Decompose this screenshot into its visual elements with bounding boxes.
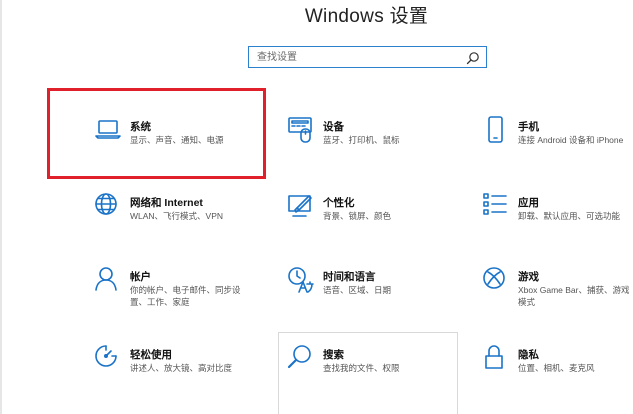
time-language-icon <box>287 266 315 294</box>
tile-privacy-label: 隐私 <box>518 349 539 361</box>
tile-devices-desc: 蓝牙、打印机、鼠标 <box>323 135 400 145</box>
tile-ease-of-access-desc: 讲述人、放大镜、高对比度 <box>130 363 233 373</box>
lock-icon <box>482 344 510 372</box>
apps-list-icon <box>482 192 510 220</box>
tile-apps-label: 应用 <box>518 197 539 209</box>
tile-apps-desc: 卸载、默认应用、可选功能 <box>518 211 621 221</box>
paint-icon <box>287 192 315 220</box>
tile-personalization-label: 个性化 <box>323 197 355 209</box>
tile-accounts-desc: 你的帐户、电子邮件、同步设置、工作、家庭 <box>130 285 241 307</box>
tile-ease-of-access-label: 轻松使用 <box>130 349 172 361</box>
tile-time-language-desc: 语音、区域、日期 <box>323 285 392 295</box>
person-icon <box>94 266 122 294</box>
tile-search-desc: 查找我的文件、权限 <box>323 363 400 373</box>
tile-personalization-desc: 背景、锁屏、颜色 <box>323 211 392 221</box>
globe-icon <box>94 192 122 220</box>
tile-network-label: 网络和 Internet <box>130 197 203 209</box>
search-icon <box>287 344 315 372</box>
highlight-box <box>47 88 266 179</box>
window-left-edge <box>0 0 2 414</box>
tile-devices-label: 设备 <box>323 121 344 133</box>
tile-phone-label: 手机 <box>518 121 539 133</box>
tile-gaming-label: 游戏 <box>518 271 539 283</box>
devices-icon <box>287 116 315 144</box>
search-input[interactable] <box>249 47 462 67</box>
page-title: Windows 设置 <box>304 6 429 27</box>
tile-accounts-label: 帐户 <box>130 271 151 283</box>
search-icon[interactable] <box>466 51 480 65</box>
tile-phone-desc: 连接 Android 设备和 iPhone <box>518 135 624 145</box>
tile-privacy-desc: 位置、相机、麦克风 <box>518 363 595 373</box>
tile-time-language-label: 时间和语言 <box>323 271 376 283</box>
xbox-icon <box>482 266 510 294</box>
tile-gaming-desc: Xbox Game Bar、捕获、游戏模式 <box>518 285 630 307</box>
phone-icon <box>482 116 510 144</box>
tile-search-label: 搜索 <box>323 349 344 361</box>
search-box[interactable] <box>248 46 487 68</box>
ease-of-access-icon <box>94 344 122 372</box>
tile-network-desc: WLAN、飞行模式、VPN <box>130 211 224 221</box>
